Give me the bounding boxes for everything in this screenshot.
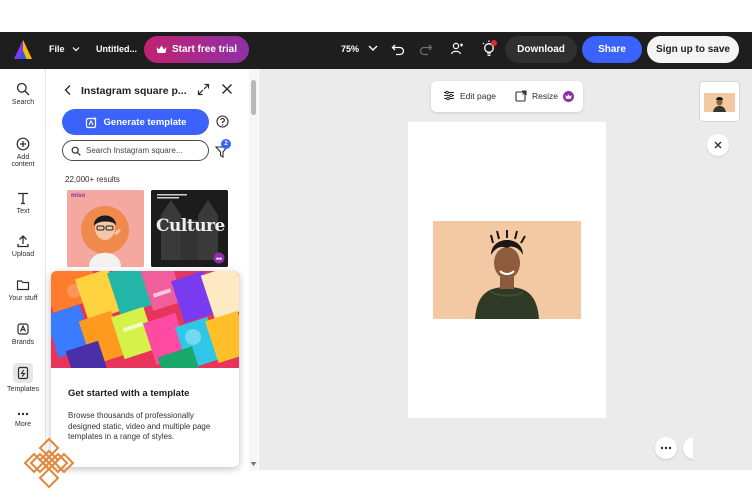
popover-body: Browse thousands of professionally desig… [68, 411, 211, 441]
sign-up-to-save-button[interactable]: Sign up to save [647, 36, 739, 63]
close-pages-button[interactable] [707, 134, 729, 156]
template-collage-image [51, 271, 239, 368]
resize-icon [515, 90, 527, 102]
rail-item-label: Text [16, 208, 30, 215]
edit-page-button[interactable]: Edit page [443, 90, 496, 101]
generate-template-button[interactable]: Generate template [62, 109, 209, 135]
panel-scrollbar-thumb[interactable] [251, 80, 256, 115]
portrait-photo[interactable] [433, 221, 581, 319]
generate-sparkle-icon [85, 116, 97, 128]
template-search-input[interactable] [86, 146, 204, 155]
rail-item-add-content[interactable]: Add content [0, 137, 46, 168]
results-count: 22,000+ results [65, 175, 120, 184]
rail-item-label: More [15, 421, 31, 428]
rail-item-label: content [11, 161, 35, 168]
search-icon [71, 146, 81, 156]
close-icon [714, 141, 722, 149]
rail-item-search[interactable]: Search [0, 82, 46, 106]
resize-label: Resize [532, 91, 558, 101]
generate-template-label: Generate template [103, 116, 187, 128]
rail-item-label: Search [11, 99, 35, 106]
rail-item-label: Upload [11, 251, 35, 258]
template-search-field[interactable] [62, 140, 209, 161]
template-thumbnail-1[interactable]: miso [67, 190, 144, 267]
share-button[interactable]: Share [582, 36, 642, 63]
ornament-watermark-logo [23, 437, 75, 489]
invite-people-icon[interactable] [450, 41, 465, 56]
page-thumbnail-photo [704, 93, 735, 112]
rail-item-more[interactable]: More [0, 410, 46, 428]
rail-item-brands[interactable]: Brands [0, 322, 46, 346]
chevron-down-icon [72, 47, 80, 52]
resize-button[interactable]: Resize [515, 90, 574, 102]
zoom-level[interactable]: 75% [341, 44, 359, 54]
template-thumbnail-2[interactable]: Culture [151, 190, 228, 267]
thumbnail-headline: Culture [156, 216, 225, 236]
left-rail: Search Add content Text Upload Your stuf… [0, 69, 46, 470]
panel-title: Instagram square p... [81, 85, 187, 97]
more-icon [17, 412, 29, 416]
trial-label: Start free trial [171, 44, 238, 55]
sliders-icon [444, 90, 454, 101]
rail-item-label: Brands [11, 339, 35, 346]
filter-count-badge: 2 [221, 139, 231, 149]
help-icon[interactable] [216, 115, 229, 128]
rail-item-templates[interactable]: Templates [0, 363, 46, 393]
undo-icon[interactable] [391, 42, 405, 56]
rail-item-label: Templates [7, 386, 39, 393]
brand-icon [17, 323, 29, 335]
templates-active-bg [13, 363, 33, 383]
scroll-down-arrow-icon[interactable] [250, 461, 257, 467]
folder-icon [16, 280, 30, 291]
pages-strip [693, 69, 752, 470]
more-horizontal-icon [660, 446, 672, 450]
edit-page-label: Edit page [460, 90, 496, 101]
plus-circle-icon [16, 137, 30, 151]
page-thumbnail-1[interactable] [699, 81, 740, 122]
popover-title: Get started with a template [68, 388, 190, 399]
search-icon [16, 82, 30, 96]
file-menu[interactable]: File [49, 44, 80, 54]
thumbnail-tag: miso [71, 193, 86, 199]
rail-item-label: Add [16, 154, 30, 161]
redo-icon[interactable] [419, 42, 433, 56]
rail-item-text[interactable]: Text [0, 191, 46, 215]
download-button[interactable]: Download [505, 36, 577, 63]
zoom-chevron-down-icon[interactable] [367, 42, 379, 54]
panel-scrollbar[interactable] [249, 69, 258, 470]
templates-icon [17, 366, 29, 380]
app-window: File Untitled... Start free trial 75% Do… [0, 0, 752, 501]
close-icon[interactable] [221, 83, 233, 95]
adobe-express-logo-icon[interactable] [13, 39, 33, 61]
rail-item-label: Your stuff [8, 295, 38, 302]
page-options-button[interactable] [655, 437, 677, 459]
page-toolbar: Edit page Resize [431, 81, 583, 112]
rail-item-upload[interactable]: Upload [0, 234, 46, 258]
crown-icon [156, 45, 167, 53]
top-bar: File Untitled... Start free trial 75% Do… [0, 32, 752, 69]
document-title[interactable]: Untitled... [96, 44, 137, 54]
rail-item-your-stuff[interactable]: Your stuff [0, 278, 46, 302]
upload-icon [17, 235, 29, 248]
lightbulb-notification-icon[interactable] [481, 39, 499, 59]
file-menu-label: File [49, 44, 65, 54]
start-free-trial-button[interactable]: Start free trial [144, 36, 249, 63]
text-icon [18, 192, 28, 205]
premium-crown-icon [562, 90, 574, 102]
get-started-popover[interactable]: Get started with a template Browse thous… [51, 271, 239, 467]
expand-icon[interactable] [197, 83, 210, 96]
template-preview-portrait [67, 190, 144, 267]
back-arrow-icon[interactable] [63, 84, 73, 96]
photo-image [433, 221, 581, 319]
